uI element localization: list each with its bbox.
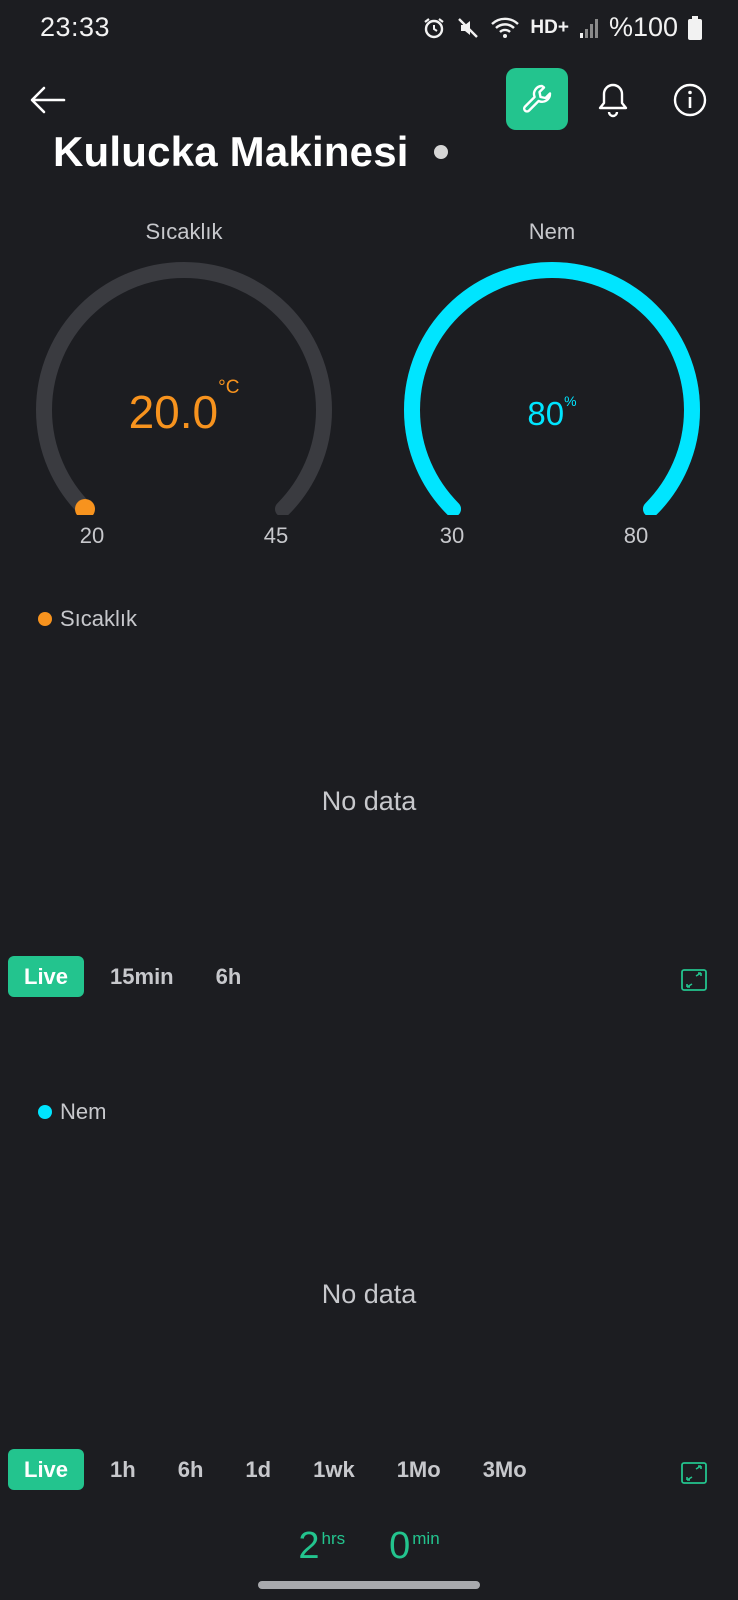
gauge-max-label: 45 (263, 523, 289, 548)
legend-dot (38, 1105, 52, 1119)
range-tab-1wk[interactable]: 1wk (297, 1449, 371, 1490)
legend-label: Sıcaklık (60, 606, 138, 631)
device-title: Kulucka Makinesi (53, 128, 409, 175)
gauge-label: Sıcaklık (145, 219, 223, 244)
gauge-label: Nem (528, 219, 576, 244)
temperature-value: 20.0°C (24, 377, 344, 439)
time-range-selector: Live 15min 6h (8, 956, 267, 997)
info-icon[interactable] (673, 83, 707, 117)
timer-minutes: 0 min (389, 1525, 440, 1568)
temperature-value-number: 20.0 (128, 386, 219, 438)
humidity-value-number: 80 (527, 395, 565, 432)
no-data-message: No data (321, 786, 417, 816)
range-tab-live[interactable]: Live (8, 956, 85, 997)
timer-minutes-value: 0 (389, 1525, 411, 1567)
battery-percent: %100 (608, 12, 678, 42)
no-data-message: No data (321, 1279, 417, 1309)
settings-wrench-button[interactable] (506, 68, 568, 130)
bell-icon[interactable] (596, 82, 630, 118)
gauge-arc (404, 262, 700, 515)
range-tab-1mo[interactable]: 1Mo (381, 1449, 457, 1490)
range-tab-15min[interactable]: 15min (94, 956, 190, 997)
range-tab-live[interactable]: Live (8, 1449, 85, 1490)
timer-hours-value: 2 (298, 1525, 320, 1567)
range-tab-6h[interactable]: 6h (162, 1449, 220, 1490)
temperature-gauge: Sıcaklık 20.0°C 20 45 (24, 215, 344, 555)
gauge-max-label: 80 (623, 523, 649, 548)
chart-legend: Nem (38, 1099, 106, 1125)
mute-icon (458, 17, 479, 38)
humidity-chart: Nem No data Live 1h 6h 1d 1wk 1Mo 3Mo (0, 1093, 738, 1493)
back-arrow-icon[interactable] (28, 80, 68, 120)
range-tab-1d[interactable]: 1d (229, 1449, 287, 1490)
temperature-unit: °C (218, 377, 240, 398)
humidity-gauge: Nem 80% 30 80 (392, 215, 712, 555)
timer-hours: 2 hrs (298, 1525, 345, 1568)
humidity-value: 80% (392, 393, 712, 433)
timer-hours-unit: hrs (321, 1529, 346, 1548)
time-range-selector: Live 1h 6h 1d 1wk 1Mo 3Mo (8, 1449, 553, 1490)
gauge-fill (404, 262, 700, 515)
signal-icon (579, 18, 598, 38)
device-status-dot (434, 145, 448, 159)
network-type-label: HD+ (530, 16, 569, 38)
status-time: 23:33 (40, 12, 111, 42)
chart-legend: Sıcaklık (38, 606, 137, 632)
gauge-min-label: 30 (439, 523, 465, 548)
range-tab-1h[interactable]: 1h (94, 1449, 152, 1490)
expand-icon[interactable] (681, 969, 707, 991)
battery-icon (688, 15, 702, 40)
alarm-icon (424, 17, 445, 38)
legend-label: Nem (60, 1099, 107, 1124)
temperature-chart: Sıcaklık No data Live 15min 6h (0, 600, 738, 1000)
wrench-icon (522, 84, 552, 113)
status-icons: HD+ %100 (422, 12, 702, 43)
expand-icon[interactable] (681, 1462, 707, 1484)
range-tab-6h[interactable]: 6h (200, 956, 258, 997)
app-screen: 23:33 HD+ %100 Kulucka Makinesi Sıcaklık… (0, 0, 738, 1600)
timer-minutes-unit: min (412, 1529, 440, 1548)
range-tab-3mo[interactable]: 3Mo (467, 1449, 543, 1490)
timer-readout: 2 hrs 0 min (0, 1525, 738, 1568)
legend-dot (38, 612, 52, 626)
wifi-icon (491, 17, 520, 38)
gauge-min-label: 20 (79, 523, 105, 548)
humidity-unit: % (564, 393, 577, 409)
home-indicator[interactable] (258, 1581, 480, 1589)
